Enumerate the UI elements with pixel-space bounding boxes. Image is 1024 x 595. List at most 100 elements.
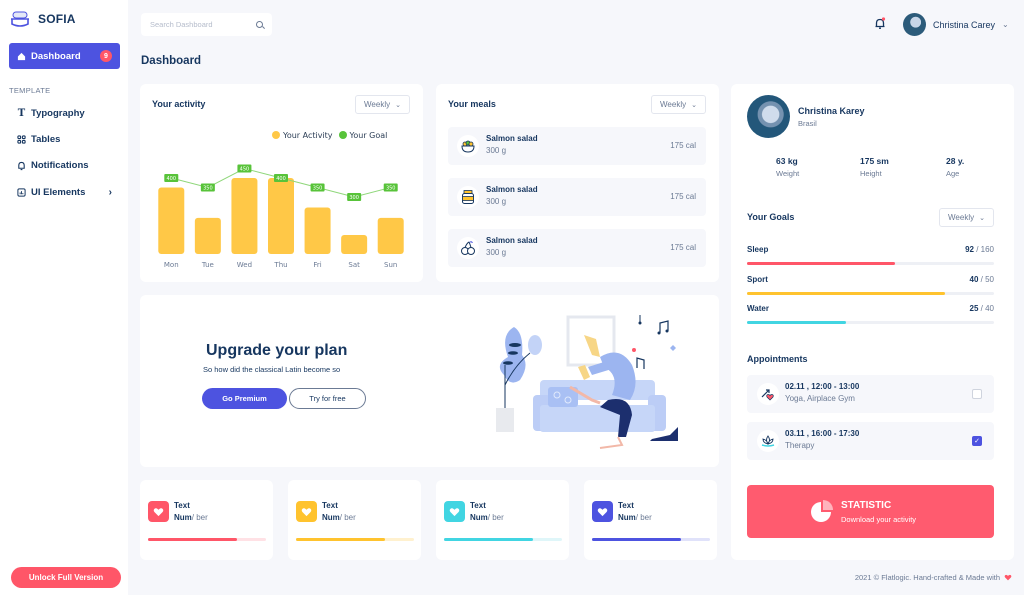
heart-icon	[444, 501, 465, 522]
heart-icon	[296, 501, 317, 522]
metric-label: Weight	[776, 169, 800, 178]
stat-num: Num	[174, 513, 192, 522]
dancing-person-illustration	[496, 315, 678, 449]
goal-progress	[747, 262, 994, 265]
logo-icon	[11, 11, 29, 27]
lotus-icon	[757, 430, 779, 452]
stat-number: Num/ ber	[618, 513, 652, 522]
chevron-down-icon: ⌄	[1002, 20, 1009, 29]
legend-item-activity[interactable]: Your Activity	[272, 131, 333, 140]
goal-data-label: 300	[349, 195, 359, 201]
legend-dot	[338, 131, 347, 139]
meals-period-dropdown[interactable]: Weekly ⌄	[651, 95, 706, 114]
sidebar-item-label: UI Elements	[31, 187, 86, 198]
stat-card: Text Num/ ber	[436, 480, 569, 560]
stat-progress	[444, 538, 562, 541]
pie-chart-icon	[811, 500, 833, 522]
activity-title: Your activity	[152, 99, 206, 109]
legend-label: Your Activity	[283, 131, 333, 140]
grid-icon	[17, 135, 26, 144]
appointment-checkbox[interactable]	[972, 389, 982, 399]
x-tick-label: Sun	[384, 261, 397, 269]
upgrade-subtitle: So how did the classical Latin become so	[203, 365, 341, 374]
meal-calories: 175 cal	[670, 243, 696, 252]
goal-value: 92	[965, 245, 974, 254]
dropdown-value: Weekly	[660, 100, 687, 109]
appointment-checkbox[interactable]: ✓	[972, 436, 982, 446]
stat-number: Num/ ber	[174, 513, 208, 522]
bar-sat[interactable]	[341, 235, 368, 254]
sidebar-item-notifications[interactable]: Notifications	[17, 160, 112, 171]
search-icon[interactable]	[256, 21, 263, 28]
notification-badge: 9	[100, 50, 112, 62]
metric-value: 28 y.	[946, 156, 965, 166]
heart-icon	[148, 501, 169, 522]
cherries-icon	[457, 237, 479, 259]
salad-bowl-icon	[457, 135, 479, 157]
goal-sleep: Sleep 92 / 160	[747, 245, 994, 265]
stat-num: Num	[618, 513, 636, 522]
search-input[interactable]: Search Dashboard	[141, 13, 272, 36]
metric-value: 175 sm	[860, 156, 889, 166]
jar-icon	[457, 186, 479, 208]
activity-period-dropdown[interactable]: Weekly ⌄	[355, 95, 410, 114]
goal-max: / 40	[980, 304, 994, 313]
home-icon	[17, 52, 26, 60]
stat-number: Num/ ber	[322, 513, 356, 522]
stat-card: Text Num/ ber	[140, 480, 273, 560]
statistic-title: STATISTIC	[841, 500, 892, 511]
stat-progress	[592, 538, 710, 541]
metric-label: Height	[860, 169, 882, 178]
user-menu[interactable]: Christina Carey ⌄	[903, 13, 1009, 36]
goal-max: / 160	[976, 245, 994, 254]
goal-sport: Sport 40 / 50	[747, 275, 994, 295]
chevron-down-icon: ⌄	[979, 214, 985, 222]
profile-avatar	[747, 95, 790, 138]
sidebar-item-ui-elements[interactable]: UI Elements ›	[17, 187, 112, 198]
x-tick-label: Wed	[237, 261, 252, 269]
meal-name: Salmon salad	[486, 236, 538, 245]
footer-text: 2021 © Flatlogic. Hand-crafted & Made wi…	[854, 573, 1000, 582]
bar-fri[interactable]	[304, 207, 331, 254]
legend-item-goal[interactable]: Your Goal	[338, 131, 387, 140]
chart-legend: Your Activity Your Goal	[272, 131, 387, 140]
try-for-free-button[interactable]: Try for free	[289, 388, 366, 409]
meal-item[interactable]: Salmon salad 300 g 175 cal	[448, 178, 706, 216]
metric-value: 63 kg	[776, 156, 798, 166]
sidebar-item-label: Tables	[31, 134, 61, 145]
sidebar-item-tables[interactable]: Tables	[17, 134, 112, 145]
notifications-bell-icon[interactable]	[874, 17, 886, 30]
x-tick-label: Thu	[273, 261, 287, 269]
goal-data-label: 350	[313, 186, 323, 192]
bar-mon[interactable]	[158, 187, 185, 255]
unlock-full-version-button[interactable]: Unlock Full Version	[11, 567, 121, 588]
bar-tue[interactable]	[194, 217, 221, 254]
appointment-place: Yoga, Airplace Gym	[785, 394, 855, 403]
dropdown-value: Weekly	[364, 100, 391, 109]
meal-item[interactable]: Salmon salad 300 g 175 cal	[448, 229, 706, 267]
statistic-download-button[interactable]: STATISTIC Download your activity	[747, 485, 994, 538]
bar-wed[interactable]	[231, 178, 258, 254]
stat-progress-fill	[444, 538, 533, 541]
metric-weight: 63 kg Weight	[776, 156, 799, 178]
profile-location: Brasil	[798, 119, 817, 128]
goals-period-dropdown[interactable]: Weekly ⌄	[939, 208, 994, 227]
meal-item[interactable]: Salmon salad 300 g 175 cal	[448, 127, 706, 165]
meal-name: Salmon salad	[486, 134, 538, 143]
metric-height: 175 sm Height	[860, 156, 889, 178]
stat-progress-fill	[148, 538, 237, 541]
bar-sun[interactable]	[377, 217, 404, 254]
appointment-item[interactable]: 03.11 , 16:00 - 17:30 Therapy ✓	[747, 422, 994, 460]
appointment-item[interactable]: 02.11 , 12:00 - 13:00 Yoga, Airplace Gym	[747, 375, 994, 413]
go-premium-button[interactable]: Go Premium	[202, 388, 287, 409]
bell-icon	[18, 161, 25, 170]
app-name: SOFIA	[38, 12, 76, 26]
goal-data-label: 350	[386, 186, 396, 192]
logo[interactable]: SOFIA	[10, 10, 76, 28]
sidebar-item-dashboard[interactable]: Dashboard 9	[9, 43, 120, 69]
goal-progress	[747, 321, 994, 324]
bar-thu[interactable]	[268, 178, 294, 254]
goal-data-label: 400	[276, 176, 286, 182]
x-tick-label: Fri	[313, 261, 321, 269]
sidebar-item-typography[interactable]: T Typography	[17, 108, 112, 119]
